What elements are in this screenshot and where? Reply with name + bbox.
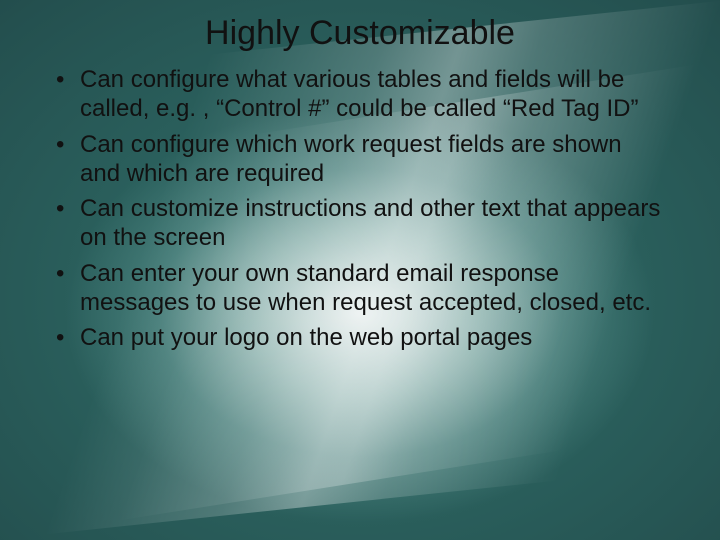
bullet-list: Can configure what various tables and fi…	[42, 65, 678, 352]
list-item: Can put your logo on the web portal page…	[76, 323, 668, 352]
list-item: Can customize instructions and other tex…	[76, 194, 668, 253]
list-item: Can configure what various tables and fi…	[76, 65, 668, 124]
slide-content: Highly Customizable Can configure what v…	[0, 0, 720, 352]
list-item: Can enter your own standard email respon…	[76, 259, 668, 318]
slide: Highly Customizable Can configure what v…	[0, 0, 720, 540]
slide-title: Highly Customizable	[42, 14, 678, 53]
list-item: Can configure which work request fields …	[76, 130, 668, 189]
